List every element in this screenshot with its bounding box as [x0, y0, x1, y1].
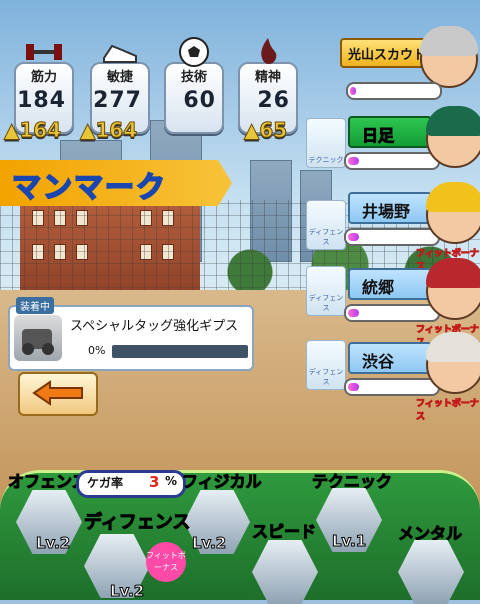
stat-value: 60: [183, 88, 216, 113]
equipped-item-panel[interactable]: 装着中 スペシャルタッグ強化ギプス 0%: [8, 297, 254, 371]
back-arrow-icon: [32, 380, 83, 406]
stat-value: 184: [17, 88, 66, 113]
scout-name: 光山スカウト: [348, 48, 427, 63]
character-name: 日足: [361, 126, 395, 146]
character-avatar: [426, 332, 480, 394]
character-row[interactable]: 日足: [340, 106, 480, 176]
stat-technique: 技術 60: [164, 37, 224, 134]
training-physical[interactable]: フィジカル Lv.2: [182, 468, 263, 554]
stat-name: 筋力: [30, 70, 57, 85]
equipped-tag: 装着中: [16, 297, 54, 314]
character-name-plate: 井場野: [348, 192, 432, 224]
training-level: Lv.1: [331, 532, 367, 551]
item-progress-label: 0%: [88, 344, 106, 357]
injury-value: 3: [149, 473, 160, 491]
item-progress-bar: [112, 345, 248, 358]
training-level: Lv.2: [191, 534, 227, 553]
bond-gauge: [344, 152, 440, 170]
training-level: Lv.2: [35, 534, 71, 553]
back-button[interactable]: [18, 372, 98, 416]
character-name: 井場野: [362, 202, 411, 221]
character-name-plate: 日足: [348, 116, 432, 148]
injury-unit: %: [165, 474, 178, 488]
character-name: 渋谷: [362, 352, 395, 371]
training-label: フィジカル: [182, 472, 263, 492]
stat-name: 技術: [180, 70, 207, 85]
character-avatar: [426, 258, 480, 320]
training-level: Lv.2: [109, 582, 145, 601]
item-name: スペシャルタッグ強化ギプス: [70, 319, 239, 334]
skill-title: マンマーク: [11, 169, 168, 205]
character-name-plate: 統郷: [348, 268, 432, 300]
stat-gain: ▲164: [4, 118, 62, 143]
character-row[interactable]: 渋谷 フィットボーナス: [340, 332, 480, 423]
scout-gauge: [346, 82, 442, 100]
bond-gauge: [344, 228, 440, 246]
spirit-flame-icon: [261, 38, 277, 64]
stat-gain: ▲164: [80, 118, 138, 143]
scout-avatar[interactable]: [420, 26, 478, 88]
character-name: 統郷: [362, 278, 395, 297]
training-label: スピード: [251, 522, 317, 542]
training-mental[interactable]: メンタル: [397, 520, 464, 604]
stat-gain: ▲65: [244, 118, 288, 143]
character-avatar: [426, 106, 480, 168]
injury-rate: ケガ率 3 %: [76, 470, 186, 498]
fit-bonus-badge: フィットボーナス: [146, 542, 186, 582]
bond-gauge: [344, 304, 440, 322]
fit-bonus-label: フィットボーナス: [416, 399, 480, 423]
training-defense[interactable]: ディフェンス フィットボーナス Lv.2: [83, 508, 191, 601]
stat-value: 26: [257, 88, 290, 113]
training-technique[interactable]: テクニック Lv.1: [311, 468, 393, 552]
character-name-plate: 渋谷: [348, 342, 432, 374]
stat-value: 277: [93, 88, 142, 113]
spike-shoe-icon: [103, 44, 137, 63]
stat-name: 精神: [254, 70, 281, 85]
stat-name: 敏捷: [106, 70, 133, 85]
character-avatar: [426, 182, 480, 244]
barbell-icon: [26, 44, 62, 60]
bond-gauge: [344, 378, 440, 396]
injury-label: ケガ率: [87, 476, 124, 490]
soccer-ball-icon: [179, 37, 209, 67]
character-row[interactable]: 井場野 フィットボーナス: [340, 182, 480, 273]
training-label: ディフェンス: [83, 512, 191, 534]
character-row[interactable]: 統郷 フィットボーナス: [340, 258, 480, 349]
training-gear-icon: [14, 315, 62, 361]
training-speed[interactable]: スピード: [251, 518, 318, 604]
